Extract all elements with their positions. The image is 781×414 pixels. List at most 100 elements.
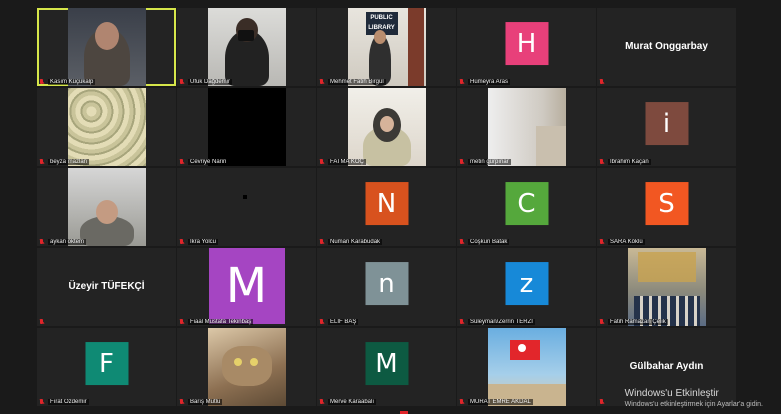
muted-mic-icon bbox=[599, 399, 605, 405]
participant-name-bar: Fatih Ramazan Çelik bbox=[599, 319, 668, 325]
muted-mic-icon bbox=[39, 159, 45, 165]
participant-name-bar: Coşkun Batak bbox=[459, 239, 510, 245]
participant-video bbox=[487, 88, 566, 166]
participant-tile-sara-koklu[interactable]: S SARA Köklü bbox=[597, 168, 736, 246]
muted-mic-icon bbox=[319, 79, 325, 85]
participant-tile-beyza-mazlan[interactable]: beyza mazlan bbox=[37, 88, 176, 166]
loading-dot bbox=[243, 195, 247, 199]
muted-mic-icon bbox=[599, 319, 605, 325]
participant-video: PUBLIC LIBRARY bbox=[347, 8, 426, 86]
participant-name-bar bbox=[599, 79, 605, 85]
participant-avatar: F bbox=[85, 342, 128, 386]
participant-tile-fatma-koc[interactable]: FATMA KOÇ bbox=[317, 88, 456, 166]
muted-mic-icon bbox=[599, 79, 605, 85]
muted-mic-icon bbox=[39, 79, 45, 85]
participant-video bbox=[627, 248, 706, 326]
participant-name-bar: FATMA KOÇ bbox=[319, 159, 366, 165]
participant-tile-f-rat-ozdemir[interactable]: F Fırat Özdemir bbox=[37, 328, 176, 406]
participant-name: Süleyman/Zerrin TERZİ bbox=[468, 319, 535, 325]
muted-mic-icon bbox=[459, 159, 465, 165]
participant-avatar: H bbox=[505, 22, 548, 66]
participant-name: Kasım Küçükalp bbox=[48, 79, 96, 85]
participant-name: Numan Karabudak bbox=[328, 239, 383, 245]
participant-tile-mehmet-fatih-birgul[interactable]: PUBLIC LIBRARY Mehmet Fatih Birgül bbox=[317, 8, 456, 86]
participant-name: Hümeyra Aras bbox=[468, 79, 511, 85]
participant-name-bar: aykan oktem bbox=[39, 239, 87, 245]
muted-mic-icon bbox=[179, 399, 185, 405]
muted-mic-icon bbox=[179, 159, 185, 165]
participant-video bbox=[347, 88, 426, 166]
participant-tile-cevriye-narin[interactable]: Cevriye Narin bbox=[177, 88, 316, 166]
participant-tile-elif-bas[interactable]: n ELİF BAŞ bbox=[317, 248, 456, 326]
muted-mic-icon bbox=[39, 239, 45, 245]
participant-name: Cevriye Narin bbox=[188, 159, 229, 165]
participant-tile-fatih-ramazan-celik[interactable]: Fatih Ramazan Çelik bbox=[597, 248, 736, 326]
participant-tile-murat-onggarbay[interactable]: Murat Onggarbay bbox=[597, 8, 736, 86]
participant-name: Fiaal Mustafa Tekinbaş bbox=[188, 319, 254, 325]
participant-tile-aykan-oktem[interactable]: aykan oktem bbox=[37, 168, 176, 246]
muted-mic-icon bbox=[459, 79, 465, 85]
watermark-subtitle: Windows'u etkinleştirmek için Ayarlar'a … bbox=[624, 401, 763, 408]
participant-name: Mehmet Fatih Birgül bbox=[328, 79, 386, 85]
participant-avatar: z bbox=[505, 262, 548, 306]
participant-tile-numan-karabudak[interactable]: N Numan Karabudak bbox=[317, 168, 456, 246]
participant-video bbox=[67, 88, 146, 166]
participant-name: metin gürpınar bbox=[468, 159, 511, 165]
participant-name-bar: Mehmet Fatih Birgül bbox=[319, 79, 386, 85]
participant-video bbox=[207, 88, 286, 166]
participant-avatar: C bbox=[505, 182, 548, 226]
participant-tile-metin-gurp-nar[interactable]: metin gürpınar bbox=[457, 88, 596, 166]
participant-name-bar: İbrahim Kaçan bbox=[599, 159, 651, 165]
participant-tile-murat-emre-akdal[interactable]: MURAT EMRE AKDAL bbox=[457, 328, 596, 406]
participant-name: aykan oktem bbox=[48, 239, 87, 245]
muted-mic-icon bbox=[599, 239, 605, 245]
participant-tile-ufuk-dagdemir[interactable]: Ufuk Dağdemir bbox=[177, 8, 316, 86]
participant-display-name: Murat Onggarbay bbox=[625, 41, 708, 52]
participant-name-bar: Fırat Özdemir bbox=[39, 399, 89, 405]
muted-mic-icon bbox=[39, 319, 45, 325]
participant-name-bar bbox=[599, 399, 605, 405]
participant-avatar: n bbox=[365, 262, 408, 306]
participant-tile-bar-s-mutlu[interactable]: Barış Mutlu bbox=[177, 328, 316, 406]
muted-mic-icon bbox=[319, 319, 325, 325]
participant-tile-uzeyir-tufekci[interactable]: Üzeyir TÜFEKÇİ bbox=[37, 248, 176, 326]
muted-mic-icon bbox=[179, 79, 185, 85]
participant-tile-humeyra-aras[interactable]: H Hümeyra Aras bbox=[457, 8, 596, 86]
participant-video bbox=[487, 328, 566, 406]
participant-tile-fiaal-mustafa-tekinbas[interactable]: M Fiaal Mustafa Tekinbaş bbox=[177, 248, 316, 326]
participant-name: SARA Köklü bbox=[608, 239, 645, 245]
participant-tile-merve-karaabal[interactable]: M Merve Karaabalı bbox=[317, 328, 456, 406]
participant-avatar: N bbox=[365, 182, 408, 226]
participant-tile-kas-m-kucukalp[interactable]: Kasım Küçükalp bbox=[37, 8, 176, 86]
participant-tile-coskun-batak[interactable]: C Coşkun Batak bbox=[457, 168, 596, 246]
participant-name: ELİF BAŞ bbox=[328, 319, 359, 325]
participant-name: Merve Karaabalı bbox=[328, 399, 377, 405]
participant-tile-ibrahim-kacan[interactable]: i İbrahim Kaçan bbox=[597, 88, 736, 166]
participant-name: MURAT EMRE AKDAL bbox=[468, 399, 533, 405]
participant-name-bar: Kasım Küçükalp bbox=[39, 79, 96, 85]
participant-avatar: M bbox=[365, 342, 408, 386]
watermark-title: Windows'u Etkinleştir bbox=[624, 388, 719, 399]
muted-mic-icon bbox=[319, 239, 325, 245]
participant-display-name: Gülbahar Aydın bbox=[629, 361, 704, 372]
participant-tile-ikra-yolcu[interactable]: İkra Yolcu bbox=[177, 168, 316, 246]
participant-name-bar: Merve Karaabalı bbox=[319, 399, 377, 405]
participant-name: İbrahim Kaçan bbox=[608, 159, 651, 165]
participant-name-bar: SARA Köklü bbox=[599, 239, 645, 245]
participant-name-bar bbox=[39, 319, 45, 325]
muted-mic-icon bbox=[39, 399, 45, 405]
muted-mic-icon bbox=[179, 319, 185, 325]
participant-video bbox=[207, 328, 286, 406]
participant-name: Ufuk Dağdemir bbox=[188, 79, 233, 85]
participant-tile-suleyman-zerrin-terzi[interactable]: z Süleyman/Zerrin TERZİ bbox=[457, 248, 596, 326]
muted-mic-icon bbox=[459, 319, 465, 325]
participant-name-bar: beyza mazlan bbox=[39, 159, 90, 165]
participant-name-bar: Numan Karabudak bbox=[319, 239, 383, 245]
muted-mic-icon bbox=[459, 399, 465, 405]
participant-name: beyza mazlan bbox=[48, 159, 90, 165]
participant-video bbox=[207, 8, 286, 86]
participant-avatar: i bbox=[645, 102, 688, 146]
muted-mic-icon bbox=[319, 399, 325, 405]
participant-name-bar: ELİF BAŞ bbox=[319, 319, 359, 325]
participant-name: Fırat Özdemir bbox=[48, 399, 89, 405]
